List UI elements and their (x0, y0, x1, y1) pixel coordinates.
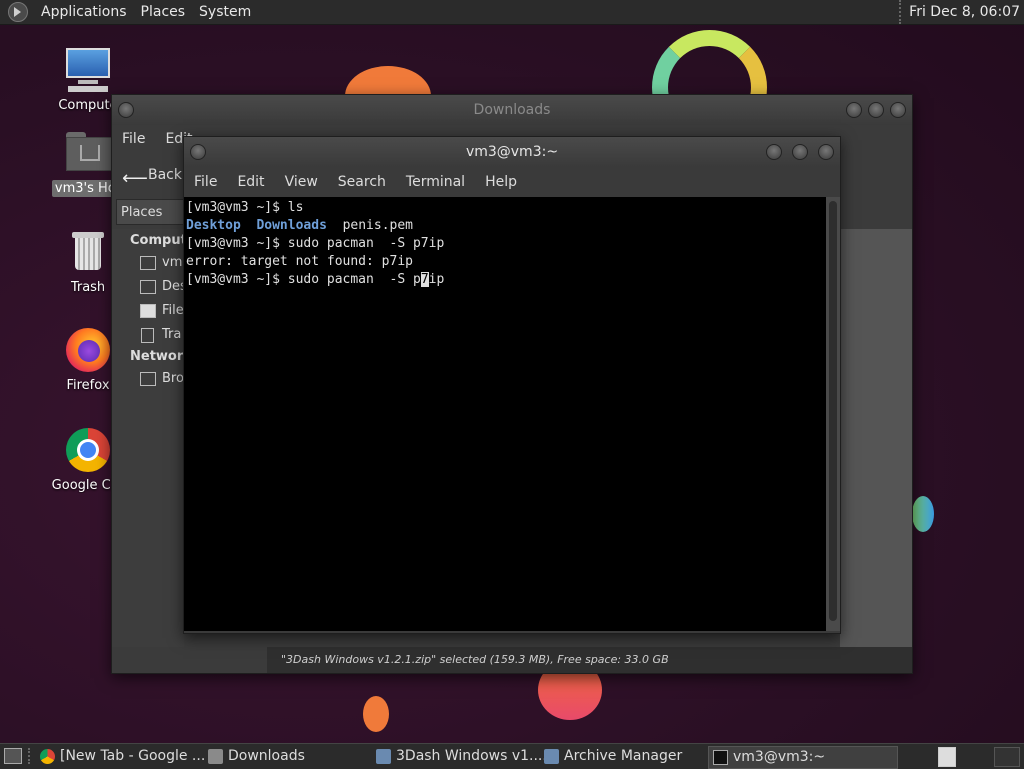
menu-applications[interactable]: Applications (34, 4, 134, 20)
sidebar-item-browse-network[interactable]: Bro (140, 371, 184, 386)
taskbar-separator (28, 748, 32, 764)
maximize-button[interactable] (868, 102, 884, 118)
terminal-line: [vm3@vm3 ~]$ ls (186, 200, 304, 215)
folder-icon (208, 749, 223, 764)
terminal-icon (713, 750, 728, 765)
archive-icon (544, 749, 559, 764)
minimize-button[interactable] (846, 102, 862, 118)
distro-logo-icon[interactable] (8, 2, 28, 22)
terminal-menubar: File Edit View Search Terminal Help (184, 167, 840, 197)
menu-view[interactable]: View (275, 174, 328, 190)
menu-search[interactable]: Search (328, 174, 396, 190)
status-bar: "3Dash Windows v1.2.1.zip" selected (159… (267, 647, 912, 673)
computer-icon (64, 46, 112, 94)
chrome-icon (40, 749, 55, 764)
window-menu-button[interactable] (118, 102, 134, 118)
terminal-window[interactable]: vm3@vm3:~ File Edit View Search Terminal… (183, 136, 841, 634)
taskbar: [New Tab - Google ... Downloads 3Dash Wi… (0, 743, 1024, 769)
back-label: Back (148, 167, 182, 183)
workspace-switcher[interactable] (938, 747, 956, 767)
terminal-screen[interactable]: [vm3@vm3 ~]$ ls Desktop Downloads penis.p… (184, 197, 826, 631)
terminal-scrollbar[interactable] (826, 197, 840, 631)
desktop-icon-label: Trash (70, 280, 106, 295)
menu-system[interactable]: System (192, 4, 258, 20)
terminal-line: [vm3@vm3 ~]$ sudo pacman -S p7ip (186, 272, 445, 287)
back-button[interactable]: ⟵ Back (120, 161, 182, 189)
back-arrow-icon: ⟵ (122, 168, 148, 189)
window-menu-button[interactable] (190, 144, 206, 160)
trash-icon (141, 328, 154, 343)
task-terminal[interactable]: vm3@vm3:~ (708, 746, 898, 769)
home-icon (140, 256, 156, 270)
clock[interactable]: Fri Dec 8, 06:07 (899, 0, 1020, 24)
chrome-icon (64, 426, 112, 474)
menu-file[interactable]: File (112, 131, 155, 147)
window-title: vm3@vm3:~ (465, 144, 559, 160)
file-list-area[interactable] (840, 229, 912, 647)
task-archive-manager[interactable]: Archive Manager (540, 746, 726, 767)
terminal-line: [vm3@vm3 ~]$ sudo pacman -S p7ip (186, 236, 445, 251)
places-label: Places (121, 205, 163, 220)
trash-icon (64, 228, 112, 276)
drive-icon (140, 304, 156, 318)
terminal-titlebar[interactable]: vm3@vm3:~ (184, 137, 840, 167)
menu-edit[interactable]: Edit (227, 174, 274, 190)
firefox-icon (64, 326, 112, 374)
desktop-icon (140, 280, 156, 294)
scrollbar-thumb[interactable] (829, 201, 837, 621)
menu-file[interactable]: File (184, 174, 227, 190)
task-chrome[interactable]: [New Tab - Google ... (36, 746, 222, 767)
network-icon (140, 372, 156, 386)
terminal-line: error: target not found: p7ip (186, 254, 413, 269)
menu-help[interactable]: Help (475, 174, 527, 190)
sidebar: Compute vm3 Des File Tra Network Bro (112, 229, 196, 647)
sidebar-item-trash[interactable]: Tra (140, 327, 181, 343)
file-manager-titlebar[interactable]: Downloads (112, 95, 912, 125)
wallpaper-blue-shape (912, 496, 934, 532)
workspace-switcher-empty[interactable] (994, 747, 1020, 767)
menu-places[interactable]: Places (134, 4, 193, 20)
menu-terminal[interactable]: Terminal (396, 174, 475, 190)
desktop-icon-label: Compute (58, 98, 118, 113)
window-title: Downloads (473, 102, 551, 118)
sidebar-item-desktop[interactable]: Des (140, 279, 187, 294)
close-button[interactable] (890, 102, 906, 118)
task-downloads[interactable]: Downloads (204, 746, 390, 767)
sidebar-item-filesystem[interactable]: File (140, 303, 184, 318)
show-desktop-icon[interactable] (4, 748, 22, 764)
places-dropdown[interactable]: Places (116, 199, 186, 225)
desktop-icon-label: Firefox (66, 378, 110, 393)
dir-entry: Desktop (186, 218, 241, 233)
archive-icon (376, 749, 391, 764)
close-button[interactable] (818, 144, 834, 160)
wallpaper-orange-shape (363, 696, 389, 732)
text-cursor: 7 (420, 272, 429, 287)
minimize-button[interactable] (766, 144, 782, 160)
terminal-line: Desktop Downloads penis.pem (186, 217, 824, 235)
dir-entry: Downloads (256, 218, 327, 233)
maximize-button[interactable] (792, 144, 808, 160)
task-3dash-archive[interactable]: 3Dash Windows v1.... (372, 746, 558, 767)
home-folder-icon (64, 128, 112, 176)
top-panel: Applications Places System Fri Dec 8, 06… (0, 0, 1024, 25)
file-entry: penis.pem (342, 218, 414, 233)
